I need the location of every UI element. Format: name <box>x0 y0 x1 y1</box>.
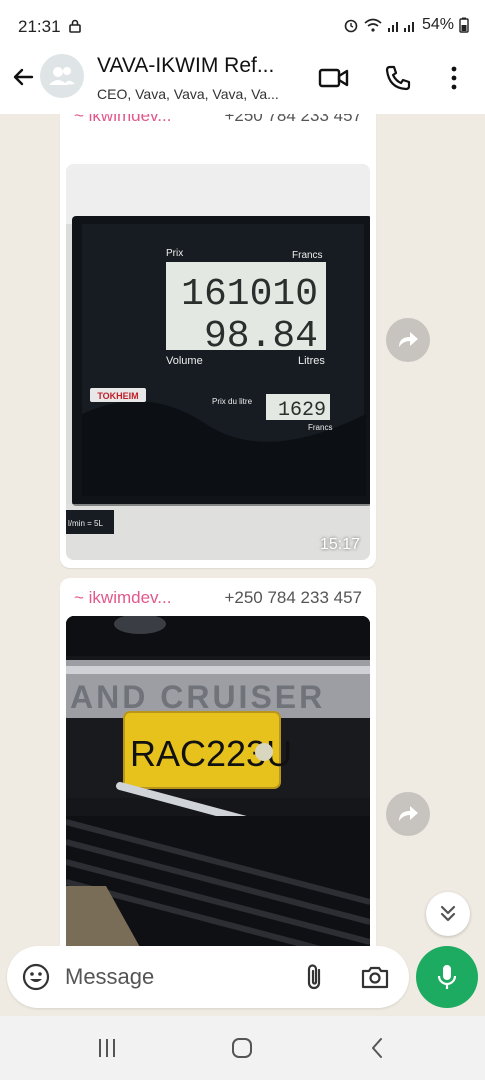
voice-call-icon[interactable] <box>384 64 412 92</box>
scroll-to-bottom-button[interactable] <box>426 892 470 936</box>
recent-apps-icon[interactable] <box>94 1036 120 1060</box>
car-photo[interactable]: AND CRUISER RAC223U <box>66 616 370 946</box>
forward-icon <box>399 806 418 821</box>
microphone-icon <box>437 965 457 989</box>
wifi-icon <box>364 18 382 32</box>
message-bubble[interactable]: ~ ikwimdev... +250 784 233 457 AND CRUIS… <box>60 578 376 946</box>
group-members[interactable]: CEO, Vava, Vava, Vava, Va... <box>97 86 307 102</box>
prix-litre-value: 1629 <box>278 399 326 422</box>
volume-value: 98.84 <box>204 315 318 358</box>
group-icon <box>49 67 75 85</box>
forward-button[interactable] <box>386 318 430 362</box>
alarm-icon <box>344 19 358 33</box>
battery-icon <box>459 17 469 33</box>
prix-litre-label: Prix du litre <box>212 397 253 406</box>
message-composer <box>7 946 409 1008</box>
message-bubble[interactable]: ~ ikwimdev... +250 784 233 457 Prix Fran… <box>60 114 376 568</box>
sender-name[interactable]: ~ ikwimdev... <box>74 114 171 126</box>
sender-phone: +250 784 233 457 <box>224 588 362 607</box>
status-bar: 21:31 54% <box>0 0 485 50</box>
chat-area[interactable]: ~ ikwimdev... +250 784 233 457 Prix Fran… <box>0 114 485 946</box>
francs-small-label: Francs <box>308 423 332 432</box>
sender-phone: +250 784 233 457 <box>224 114 362 125</box>
more-options-icon[interactable] <box>440 64 468 92</box>
message-input[interactable] <box>65 956 285 998</box>
signal-icon <box>387 22 414 32</box>
voice-message-button[interactable] <box>416 946 478 1008</box>
system-back-icon[interactable] <box>365 1036 391 1060</box>
status-icons: 54% <box>343 16 469 34</box>
video-call-icon[interactable] <box>318 64 350 92</box>
sender-name[interactable]: ~ ikwimdev... <box>74 588 171 608</box>
forward-button[interactable] <box>386 792 430 836</box>
car-rear-image: AND CRUISER RAC223U <box>66 616 370 946</box>
emoji-icon[interactable] <box>21 962 51 992</box>
forward-icon <box>399 332 418 347</box>
double-chevron-down-icon <box>440 905 456 922</box>
sticker-text-overlay: l/min = 5L <box>68 519 103 528</box>
status-time: 21:31 <box>18 17 61 36</box>
home-icon[interactable] <box>229 1036 255 1060</box>
group-avatar[interactable] <box>40 54 84 98</box>
pump-display-image: Prix Francs 161010 98.84 Volume Litres T… <box>66 164 370 560</box>
prix-label: Prix <box>166 248 183 259</box>
attach-icon[interactable] <box>301 962 329 992</box>
prix-value: 161010 <box>181 273 318 316</box>
francs-label: Francs <box>292 250 323 261</box>
volume-label: Volume <box>166 355 203 367</box>
lock-icon <box>69 19 81 33</box>
chat-header: VAVA-IKWIM Ref... CEO, Vava, Vava, Vava,… <box>0 50 485 114</box>
fuel-pump-photo[interactable]: Prix Francs 161010 98.84 Volume Litres T… <box>66 164 370 560</box>
message-time: 15:17 <box>319 536 360 553</box>
badge-text: AND CRUISER <box>70 679 325 715</box>
group-title[interactable]: VAVA-IKWIM Ref... <box>97 54 307 78</box>
litres-label: Litres <box>298 355 325 367</box>
camera-icon[interactable] <box>359 962 391 992</box>
system-navigation-bar <box>0 1016 485 1080</box>
back-arrow-icon[interactable] <box>8 62 38 92</box>
battery-percent: 54% <box>421 16 454 33</box>
brand-logo: TOKHEIM <box>97 391 138 401</box>
